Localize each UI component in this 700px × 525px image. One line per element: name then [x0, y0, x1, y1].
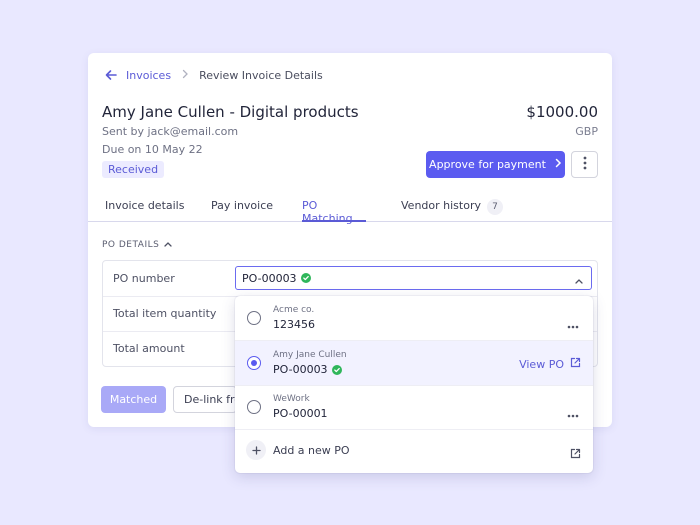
po-option-selected[interactable]: Amy Jane Cullen PO-00003 View PO	[235, 341, 593, 385]
po-option-number: 123456	[273, 318, 315, 331]
view-po-label: View PO	[519, 357, 564, 371]
approve-button-label: Approve for payment	[429, 158, 546, 171]
chevron-up-icon	[575, 274, 583, 287]
tab-bar: Invoice details Pay invoice PO Matching …	[88, 193, 612, 225]
po-option[interactable]: Acme co. 123456	[235, 296, 593, 340]
po-number-select[interactable]: PO-00003	[235, 266, 592, 290]
chevron-right-icon	[554, 158, 562, 171]
po-option[interactable]: WeWork PO-00001	[235, 385, 593, 429]
tab-count-badge: 7	[486, 199, 503, 215]
more-horizontal-icon[interactable]	[567, 403, 579, 422]
tab-pay-invoice[interactable]: Pay invoice	[211, 199, 273, 222]
invoice-due-date: Due on 10 May 22	[102, 143, 203, 156]
po-option-number-text: PO-00001	[273, 407, 328, 420]
more-horizontal-icon[interactable]	[567, 314, 579, 333]
delink-from-po-button[interactable]: De-link from PO	[173, 386, 237, 413]
section-title: PO DETAILS	[102, 240, 160, 250]
tab-vendor-history[interactable]: Vendor history 7	[401, 199, 503, 222]
radio-button[interactable]	[247, 311, 261, 325]
view-po-link[interactable]: View PO	[519, 357, 581, 371]
breadcrumb-invoices-link[interactable]: Invoices	[126, 69, 171, 82]
breadcrumb-current: Review Invoice Details	[199, 68, 323, 82]
external-link-icon	[570, 357, 581, 371]
po-option-vendor: Amy Jane Cullen	[273, 350, 347, 360]
po-option-number-text: PO-00003	[273, 363, 328, 376]
tab-vendor-history-label: Vendor history	[401, 199, 481, 212]
radio-button-selected[interactable]	[247, 356, 261, 370]
check-circle-icon	[300, 273, 311, 283]
status-badge: Received	[102, 161, 165, 178]
back-arrow-icon[interactable]	[104, 68, 118, 82]
invoice-sender: Sent by jack@email.com	[102, 125, 239, 138]
po-option-vendor: Acme co.	[273, 305, 315, 315]
external-link-icon	[570, 444, 581, 463]
chevron-up-icon	[164, 240, 172, 250]
more-vertical-icon	[583, 155, 587, 174]
check-circle-icon	[331, 364, 342, 375]
po-dropdown-menu: Acme co. 123456 Amy Jane Cullen PO-00003…	[235, 296, 593, 473]
approve-for-payment-button[interactable]: Approve for payment	[426, 151, 565, 178]
add-new-po-item[interactable]: Add a new PO	[235, 429, 593, 473]
po-details-toggle[interactable]: PO DETAILS	[102, 240, 172, 250]
po-option-number: PO-00001	[273, 407, 328, 420]
total-amount-label: Total amount	[113, 342, 185, 355]
plus-icon	[246, 440, 266, 460]
tab-po-matching[interactable]: PO Matching	[302, 199, 366, 225]
invoice-amount: $1000.00	[526, 103, 598, 121]
invoice-currency: GBP	[575, 125, 598, 138]
more-options-button[interactable]	[571, 151, 598, 178]
tab-invoice-details[interactable]: Invoice details	[105, 199, 184, 222]
breadcrumb: Invoices Review Invoice Details	[104, 67, 323, 83]
po-option-number: PO-00003	[273, 363, 342, 376]
po-select-value: PO-00003	[242, 271, 297, 285]
add-new-po-label: Add a new PO	[273, 444, 350, 457]
invoice-title: Amy Jane Cullen - Digital products	[102, 103, 359, 121]
po-option-number-text: 123456	[273, 318, 315, 331]
po-option-vendor: WeWork	[273, 394, 310, 404]
total-quantity-label: Total item quantity	[113, 307, 217, 320]
matched-button[interactable]: Matched	[101, 386, 166, 413]
radio-button[interactable]	[247, 400, 261, 414]
po-number-label: PO number	[113, 272, 175, 285]
chevron-right-icon	[181, 69, 189, 82]
